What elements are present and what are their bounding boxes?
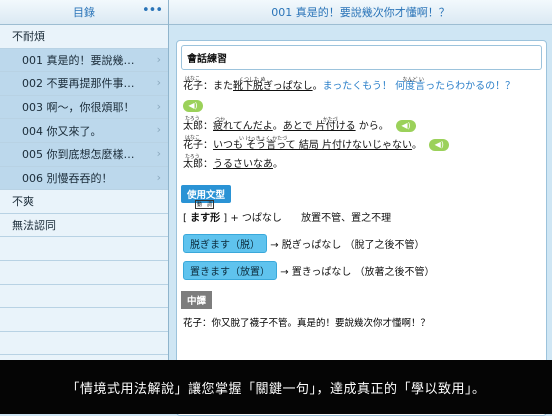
empty-row — [0, 331, 168, 356]
dialogue-line: たろう 太郎：うるさいなあ。 — [183, 154, 283, 170]
example-pill: 脱ぎます（脱） — [183, 234, 267, 253]
speaker-icon[interactable]: ◀) — [183, 99, 203, 112]
usage-header: 使用文型 — [181, 183, 546, 203]
empty-row — [0, 284, 168, 309]
empty-row — [0, 237, 168, 261]
sidebar-item[interactable]: 002 不要再提那件事了。 › — [0, 72, 168, 96]
more-icon[interactable]: ••• — [142, 3, 163, 18]
dialogue-line: たろう 太郎： つか 疲れてんだよ。 かたづ あとで 片付ける から。 ◀) — [183, 116, 542, 133]
verb-marker: 動 詞 — [195, 200, 215, 209]
chevron-right-icon: › — [156, 123, 161, 137]
translation-header: 中譯 — [181, 289, 546, 309]
main-pane: 001 真是的！要說幾次你才懂啊！？ 會話練習 はなこ 花子：また くつした ぬ靴… — [169, 0, 552, 416]
audio-row: ◀) — [183, 95, 542, 114]
example-row: 置きます（放置） → 置きっぱなし （放著之後不管） — [183, 261, 546, 280]
practice-title: 會話練習 — [181, 45, 542, 70]
example-row: 脱ぎます（脱） → 脱ぎっぱなし （脫了之後不管） — [183, 234, 546, 253]
sidebar-item[interactable]: 006 別慢吞吞的！ › — [0, 166, 168, 191]
chevron-right-icon: › — [156, 76, 161, 90]
chevron-right-icon: › — [156, 170, 161, 184]
lesson-title: 001 真是的！要說幾次你才懂啊！？ — [271, 6, 450, 19]
empty-row — [0, 308, 168, 332]
sidebar-title: 目錄 — [73, 6, 95, 19]
sidebar-header: 目錄 ••• — [0, 0, 168, 25]
chevron-right-icon: › — [156, 52, 161, 66]
empty-row — [0, 260, 168, 285]
sidebar-item[interactable]: 001 真是的！要說幾次你才懂啊！？› — [0, 48, 168, 73]
speaker-icon[interactable]: ◀) — [429, 139, 450, 151]
sidebar-item[interactable]: 無法認同 — [0, 213, 168, 238]
sidebar-item[interactable]: 不爽 — [0, 190, 168, 214]
dialogue-line: はなこ 花子：い けっきょく かたづ いつも そう言って 結局 片付けないじゃない… — [183, 135, 542, 152]
speaker-icon[interactable]: ◀) — [395, 120, 416, 132]
chevron-right-icon: › — [156, 146, 161, 160]
dialogue: はなこ 花子：また くつした ぬ靴下脱ぎっぱなし。 なんど いまったくもう！ 何度言… — [177, 70, 546, 171]
sidebar-item[interactable]: 004 你又來了。 › — [0, 119, 168, 143]
promo-caption: 「情境式用法解說」讓您掌握「關鍵一句」，達成真正的「學以致用」。 — [0, 360, 552, 414]
sidebar-list: 不耐煩 001 真是的！要說幾次你才懂啊！？› 002 不要再提那件事了。› 0… — [0, 25, 168, 360]
main-header: 001 真是的！要說幾次你才懂啊！？ — [169, 0, 552, 25]
sidebar-item[interactable]: 不耐煩 — [0, 25, 168, 49]
chevron-right-icon: › — [156, 99, 161, 113]
translation-title: 中譯 — [181, 291, 213, 309]
grammar-pattern: 動 詞 [ ます形 ] + つぱなし 放置不管、置之不理 — [183, 200, 392, 224]
sidebar: 目錄 ••• 不耐煩 001 真是的！要說幾次你才懂啊！？› 002 不要再提那… — [0, 0, 169, 414]
dialogue-line: はなこ 花子：また くつした ぬ靴下脱ぎっぱなし。 なんど いまったくもう！ 何度言… — [183, 76, 516, 92]
sidebar-item[interactable]: 005 你到底想怎麼樣呢？ › — [0, 142, 168, 167]
sidebar-item[interactable]: 003 啊～，你很煩耶！ › — [0, 95, 168, 120]
example-pill: 置きます（放置） — [183, 261, 277, 280]
translation-line: 花子：你又脫了襪子不管。真是的！要說幾次你才懂啊！？ — [183, 318, 431, 329]
